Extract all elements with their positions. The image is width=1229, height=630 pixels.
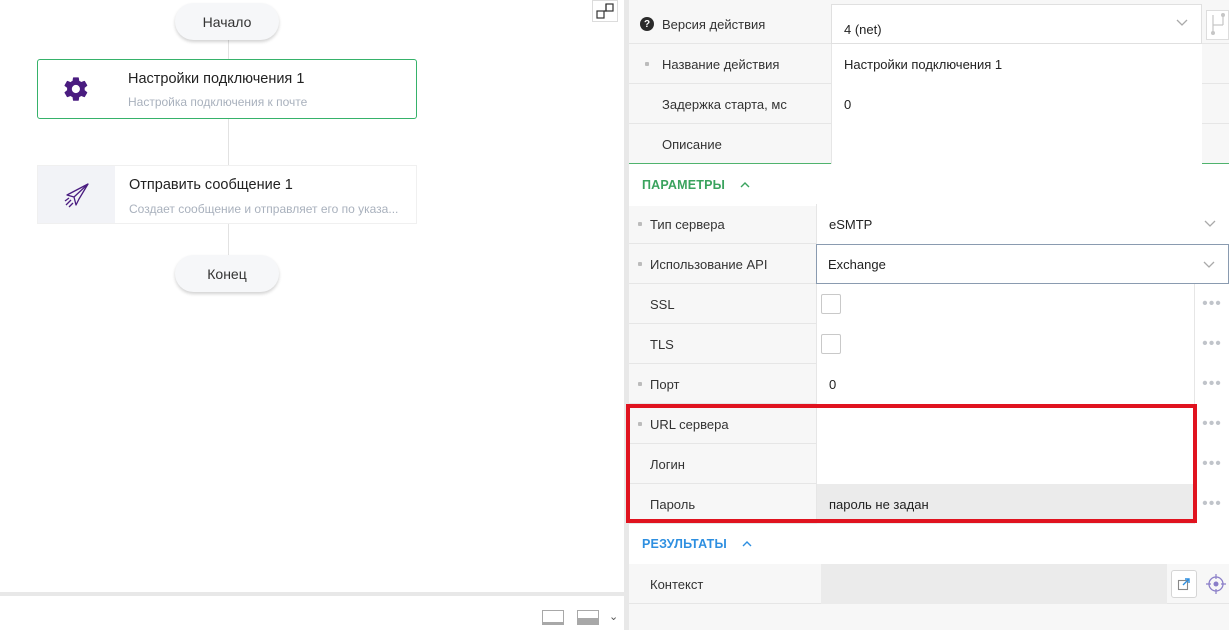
node-icon-container: [38, 166, 115, 223]
password-label: Пароль: [650, 496, 696, 512]
context-value[interactable]: [821, 564, 1167, 604]
login-input[interactable]: [816, 444, 1194, 484]
target-icon[interactable]: [1205, 573, 1227, 595]
expand-icon[interactable]: [592, 0, 618, 22]
more-options-icon[interactable]: •••: [1194, 284, 1229, 324]
version-value: 4 (net): [844, 21, 882, 37]
parameters-title: ПАРАМЕТРЫ: [642, 178, 726, 192]
chevron-down-icon: [1204, 220, 1216, 227]
more-options-icon[interactable]: •••: [1194, 444, 1229, 484]
required-marker: [638, 422, 642, 426]
action-name-row: Название действия Настройки подключения …: [629, 44, 1229, 84]
export-variable-icon[interactable]: [1171, 570, 1197, 598]
server-type-value: eSMTP: [829, 216, 873, 232]
required-marker: [638, 262, 642, 266]
layout-bottom-panel-icon[interactable]: [542, 610, 564, 625]
chevron-down-icon: [1203, 261, 1215, 268]
connector-line: [228, 224, 229, 255]
required-marker: [638, 382, 642, 386]
context-row: Контекст: [629, 564, 1229, 604]
login-row: Логин •••: [629, 444, 1229, 484]
port-input[interactable]: 0: [816, 364, 1194, 404]
layout-split-panel-icon[interactable]: [577, 610, 599, 625]
login-label: Логин: [650, 456, 685, 472]
ssl-row: SSL •••: [629, 284, 1229, 324]
tls-checkbox[interactable]: [821, 334, 841, 354]
ssl-checkbox[interactable]: [821, 294, 841, 314]
required-marker: [638, 222, 642, 226]
action-name-input[interactable]: Настройки подключения 1: [831, 44, 1202, 84]
api-usage-label: Использование API: [650, 256, 768, 272]
connector-line: [228, 119, 229, 165]
more-options-icon[interactable]: •••: [1194, 484, 1229, 524]
api-usage-row: Использование API Exchange: [629, 244, 1229, 284]
start-delay-input[interactable]: 0: [831, 84, 1202, 124]
port-row: Порт 0 •••: [629, 364, 1229, 404]
version-label: Версия действия: [662, 16, 766, 32]
password-input[interactable]: пароль не задан: [816, 484, 1194, 524]
server-url-input[interactable]: [816, 404, 1194, 444]
workflow-node-connection-settings[interactable]: Настройки подключения 1 Настройка подклю…: [37, 59, 417, 119]
gear-icon: [64, 77, 88, 101]
node-title: Отправить сообщение 1: [129, 177, 293, 193]
start-node[interactable]: Начало: [175, 3, 279, 40]
password-row: Пароль пароль не задан •••: [629, 484, 1229, 524]
results-title: РЕЗУЛЬТАТЫ: [642, 537, 727, 551]
action-name-label: Название действия: [662, 56, 780, 72]
api-usage-value: Exchange: [828, 256, 886, 272]
node-title: Настройки подключения 1: [128, 71, 305, 87]
properties-panel: ? Версия действия 4 (net) Название дейст…: [629, 0, 1229, 630]
node-icon-container: [38, 60, 114, 118]
chevron-up-icon[interactable]: [739, 180, 751, 190]
server-url-label: URL сервера: [650, 416, 729, 432]
more-options-icon[interactable]: •••: [1194, 364, 1229, 404]
end-node[interactable]: Конец: [175, 255, 279, 292]
workflow-node-send-message[interactable]: Отправить сообщение 1 Создает сообщение …: [37, 165, 417, 224]
paper-plane-icon: [64, 182, 89, 207]
server-url-row: URL сервера •••: [629, 404, 1229, 444]
tls-value-cell: [816, 324, 1194, 364]
chevron-down-icon: [1176, 19, 1188, 26]
tls-row: TLS •••: [629, 324, 1229, 364]
help-icon[interactable]: ?: [640, 17, 654, 31]
canvas-bottom-toolbar: ⌄: [0, 592, 624, 630]
connector-line: [228, 40, 229, 59]
ssl-value-cell: [816, 284, 1194, 324]
version-select[interactable]: 4 (net): [831, 4, 1202, 44]
description-input[interactable]: [831, 124, 1202, 164]
port-label: Порт: [650, 376, 680, 392]
server-type-select[interactable]: eSMTP: [816, 204, 1229, 244]
tls-label: TLS: [650, 336, 674, 352]
results-section-header[interactable]: РЕЗУЛЬТАТЫ: [629, 524, 1229, 564]
more-options-icon[interactable]: •••: [1194, 324, 1229, 364]
server-type-label: Тип сервера: [650, 216, 725, 232]
version-row: ? Версия действия 4 (net): [629, 4, 1229, 44]
node-subtitle: Настройка подключения к почте: [128, 95, 308, 109]
start-delay-label: Задержка старта, мс: [662, 96, 787, 112]
description-label: Описание: [662, 136, 722, 152]
branch-icon[interactable]: [1206, 10, 1229, 40]
required-marker: [645, 62, 649, 66]
node-subtitle: Создает сообщение и отправляет его по ук…: [129, 202, 399, 216]
chevron-up-icon[interactable]: [741, 539, 753, 549]
start-delay-row: Задержка старта, мс 0: [629, 84, 1229, 124]
description-row: Описание: [629, 124, 1229, 164]
api-usage-select[interactable]: Exchange: [816, 244, 1229, 284]
chevron-down-icon[interactable]: ⌄: [609, 610, 618, 623]
server-type-row: Тип сервера eSMTP: [629, 204, 1229, 244]
workflow-canvas[interactable]: Начало Настройки подключения 1 Настройка…: [0, 0, 624, 592]
context-label: Контекст: [650, 576, 704, 592]
ssl-label: SSL: [650, 296, 675, 312]
parameters-section-header[interactable]: ПАРАМЕТРЫ: [629, 164, 1229, 206]
more-options-icon[interactable]: •••: [1194, 404, 1229, 444]
